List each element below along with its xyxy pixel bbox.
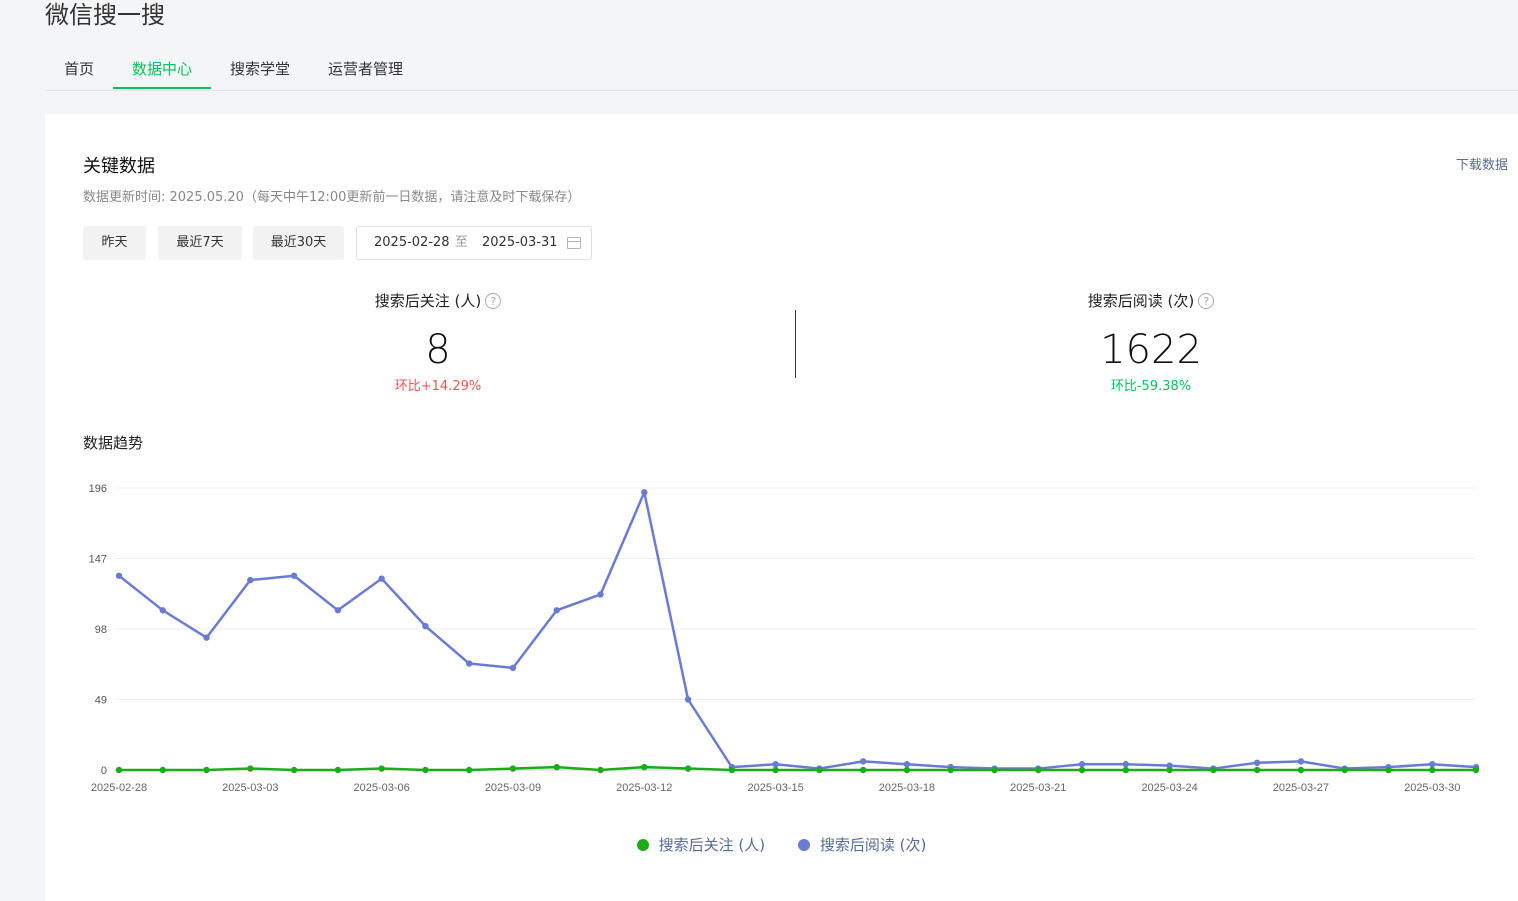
data-point-follow[interactable] [1341, 766, 1348, 774]
x-tick-label: 2025-03-15 [747, 782, 803, 794]
trend-chart: 0 49 98 147 196 2025-02-28 2025-03-03 2025-03-0… [89, 483, 1480, 794]
x-tick-label: 2025-03-12 [616, 782, 672, 794]
data-point-follow[interactable] [247, 765, 254, 772]
data-point-follow[interactable] [991, 766, 998, 774]
data-point-read[interactable] [1429, 761, 1436, 768]
data-point-follow[interactable] [1035, 766, 1042, 774]
y-tick-label: 147 [89, 554, 107, 566]
legend-dot-follow [636, 838, 649, 851]
tab-0[interactable]: 首页 [45, 50, 113, 89]
data-point-follow[interactable] [684, 765, 692, 772]
data-point-follow[interactable] [1253, 766, 1261, 774]
tab-3[interactable]: 运营者管理 [309, 50, 422, 89]
data-point-follow[interactable] [728, 766, 736, 774]
data-point-follow[interactable] [465, 766, 473, 774]
app-title: 微信搜一搜 [45, 1, 165, 29]
y-tick-label: 0 [101, 765, 107, 777]
data-point-follow[interactable] [1166, 766, 1173, 774]
data-point-follow[interactable] [772, 766, 779, 774]
data-point-follow[interactable] [859, 766, 867, 774]
data-point-follow[interactable] [203, 766, 210, 774]
data-point-follow[interactable] [1385, 766, 1392, 774]
data-point-follow[interactable] [378, 765, 385, 772]
data-point-follow[interactable] [816, 766, 823, 774]
data-point-read[interactable] [290, 572, 298, 579]
x-tick-label: 2025-03-27 [1273, 782, 1329, 794]
key-data-card: 关键数据 下载数据 数据更新时间: 2025.05.20（每天中午12:00更新… [45, 114, 1518, 901]
chart-legend: 搜索后关注 (人) 搜索后阅读 (次) [45, 834, 1518, 855]
y-tick-label: 196 [89, 483, 107, 495]
data-point-read[interactable] [159, 607, 166, 614]
data-point-read[interactable] [247, 576, 254, 584]
data-point-follow[interactable] [1122, 766, 1130, 774]
y-tick-label: 98 [95, 624, 107, 636]
x-tick-label: 2025-03-09 [485, 782, 541, 794]
data-point-read[interactable] [334, 607, 342, 614]
data-point-read[interactable] [903, 761, 911, 768]
tab-2[interactable]: 搜索学堂 [211, 50, 309, 89]
x-tick-label: 2025-03-03 [222, 782, 278, 794]
data-point-read[interactable] [422, 622, 429, 630]
data-point-read[interactable] [203, 634, 210, 641]
data-point-read[interactable] [378, 575, 385, 582]
data-point-follow[interactable] [290, 766, 298, 774]
data-point-read[interactable] [1078, 761, 1086, 768]
top-nav: 首页 数据中心 搜索学堂 运营者管理 [45, 50, 1518, 91]
x-tick-label: 2025-02-28 [91, 782, 147, 794]
data-point-follow[interactable] [553, 763, 560, 771]
x-tick-label: 2025-03-30 [1404, 782, 1460, 794]
x-tick-label: 2025-03-18 [879, 782, 935, 794]
data-point-read[interactable] [641, 489, 648, 496]
data-point-follow[interactable] [903, 766, 911, 774]
data-point-follow[interactable] [1210, 766, 1217, 774]
legend-label-read: 搜索后阅读 (次) [819, 836, 927, 854]
data-point-follow[interactable] [1472, 766, 1480, 774]
data-point-read[interactable] [115, 572, 123, 579]
data-point-follow[interactable] [1429, 766, 1436, 774]
data-point-read[interactable] [465, 660, 473, 667]
y-tick-label: 49 [95, 695, 107, 707]
data-point-follow[interactable] [115, 766, 123, 774]
data-point-follow[interactable] [159, 766, 166, 774]
x-tick-label: 2025-03-06 [354, 782, 410, 794]
x-tick-label: 2025-03-21 [1010, 782, 1066, 794]
series-line-read [118, 491, 1477, 770]
data-point-follow[interactable] [1297, 766, 1305, 774]
data-point-read[interactable] [597, 591, 604, 598]
data-point-follow[interactable] [509, 765, 517, 772]
x-tick-label: 2025-03-24 [1141, 782, 1197, 794]
data-point-read[interactable] [1122, 761, 1130, 768]
tab-1[interactable]: 数据中心 [113, 50, 212, 89]
data-point-follow[interactable] [947, 766, 954, 774]
data-point-read[interactable] [1253, 759, 1261, 767]
data-point-follow[interactable] [1078, 766, 1086, 774]
legend-item-follow[interactable]: 搜索后关注 (人) [636, 834, 766, 855]
data-point-read[interactable] [553, 607, 560, 614]
legend-dot-read [797, 838, 810, 851]
data-point-read[interactable] [684, 696, 692, 703]
data-point-read[interactable] [1297, 758, 1305, 765]
data-point-follow[interactable] [641, 763, 648, 771]
data-point-read[interactable] [509, 664, 517, 672]
legend-item-read[interactable]: 搜索后阅读 (次) [797, 834, 927, 855]
data-point-follow[interactable] [597, 766, 604, 774]
data-point-follow[interactable] [334, 766, 342, 774]
data-point-read[interactable] [859, 758, 867, 765]
data-point-follow[interactable] [422, 766, 429, 774]
legend-label-follow: 搜索后关注 (人) [658, 836, 766, 854]
data-point-read[interactable] [772, 761, 779, 768]
